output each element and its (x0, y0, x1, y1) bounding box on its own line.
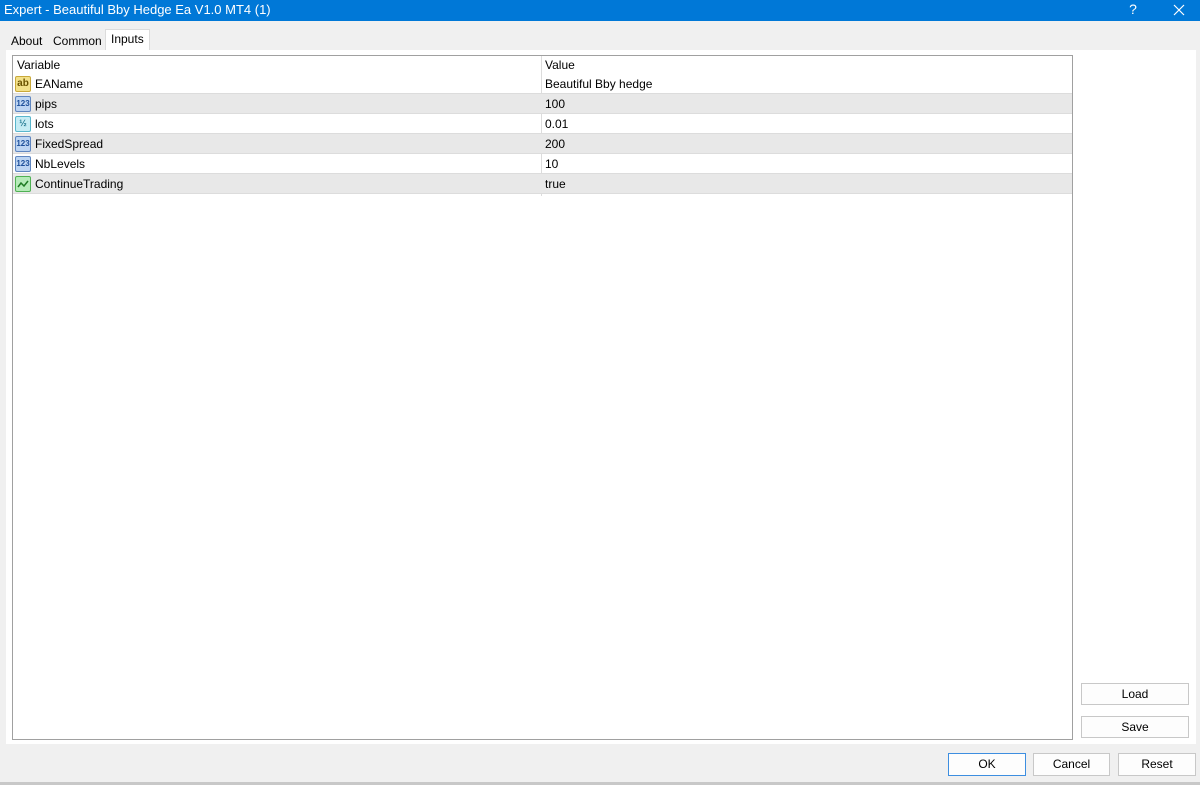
table-row[interactable]: ½ lots 0.01 (13, 114, 1072, 134)
window-title: Expert - Beautiful Bby Hedge Ea V1.0 MT4… (4, 2, 271, 17)
title-bar: Expert - Beautiful Bby Hedge Ea V1.0 MT4… (0, 0, 1200, 21)
variable-value[interactable]: 200 (545, 137, 565, 151)
help-button[interactable]: ? (1122, 0, 1144, 21)
ok-button[interactable]: OK (948, 753, 1026, 776)
table-row[interactable]: 123 pips 100 (13, 94, 1072, 114)
inputs-grid: Variable Value ab EAName Beautiful Bby h… (12, 55, 1073, 740)
variable-name: lots (35, 117, 54, 131)
variable-value[interactable]: true (545, 177, 566, 191)
string-type-icon: ab (15, 76, 31, 92)
variable-name: pips (35, 97, 58, 111)
double-type-icon: ½ (15, 116, 31, 132)
table-row[interactable]: ContinueTrading true (13, 174, 1072, 194)
variable-name: ContinueTrading (35, 177, 124, 191)
variable-value[interactable]: Beautiful Bby hedge (545, 77, 652, 91)
variable-name: EAName (35, 77, 84, 91)
integer-type-icon: 123 (15, 156, 31, 172)
cancel-button[interactable]: Cancel (1033, 753, 1110, 776)
variable-value[interactable]: 0.01 (545, 117, 568, 131)
integer-type-icon: 123 (15, 96, 31, 112)
column-header-variable[interactable]: Variable (17, 58, 60, 72)
boolean-type-icon (15, 176, 31, 192)
variable-name: NbLevels (35, 157, 86, 171)
tab-inputs[interactable]: Inputs (105, 29, 150, 51)
variable-value[interactable]: 10 (545, 157, 558, 171)
table-row[interactable]: ab EAName Beautiful Bby hedge (13, 74, 1072, 94)
load-button[interactable]: Load (1081, 683, 1189, 705)
integer-type-icon: 123 (15, 136, 31, 152)
tab-common[interactable]: Common (48, 32, 107, 50)
grid-header: Variable Value (13, 56, 1072, 74)
column-header-value[interactable]: Value (545, 58, 575, 72)
variable-value[interactable]: 100 (545, 97, 565, 111)
close-button[interactable] (1165, 0, 1193, 21)
save-button[interactable]: Save (1081, 716, 1189, 738)
table-row[interactable]: 123 NbLevels 10 (13, 154, 1072, 174)
table-row[interactable]: 123 FixedSpread 200 (13, 134, 1072, 154)
close-icon (1173, 4, 1185, 16)
reset-button[interactable]: Reset (1118, 753, 1196, 776)
tab-about[interactable]: About (6, 32, 47, 50)
variable-name: FixedSpread (35, 137, 104, 151)
